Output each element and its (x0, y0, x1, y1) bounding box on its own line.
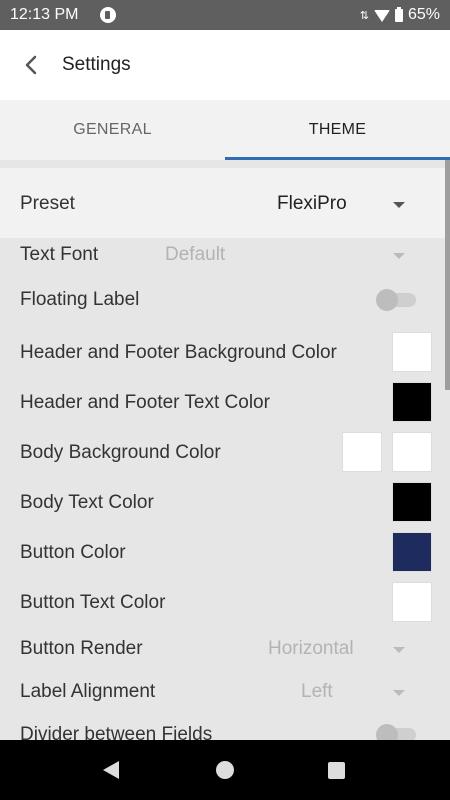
header-footer-bg-label: Header and Footer Background Color (20, 342, 337, 363)
floating-label-row: Floating Label (0, 285, 445, 335)
button-text-label: Button Text Color (20, 592, 166, 613)
battery-percent: 65% (407, 6, 440, 23)
header-footer-bg-row: Header and Footer Background Color (0, 332, 445, 382)
label-alignment-row: Label Alignment Left (0, 677, 445, 727)
button-color-swatch[interactable] (392, 532, 432, 572)
back-button[interactable] (16, 50, 46, 80)
body-bg-swatch-2[interactable] (392, 432, 432, 472)
system-nav-bar (0, 740, 450, 800)
scrollbar[interactable] (445, 160, 450, 390)
body-text-row: Body Text Color (0, 482, 445, 532)
toggle-thumb (376, 724, 398, 740)
text-font-select[interactable]: Default (165, 244, 225, 266)
divider-row: Divider between Fields (0, 722, 445, 740)
button-text-row: Button Text Color (0, 582, 445, 632)
header-footer-bg-swatch[interactable] (392, 332, 432, 372)
back-triangle-icon[interactable] (103, 761, 119, 779)
app-header: Settings (0, 30, 450, 100)
divider-label: Divider between Fields (20, 724, 213, 740)
data-arrows-icon: ⇅ (359, 9, 369, 22)
status-bar: 12:13 PM ⇅ 65% (0, 0, 450, 30)
tab-general[interactable]: GENERAL (0, 100, 225, 160)
button-render-select[interactable]: Horizontal (268, 638, 354, 660)
status-right-cluster: ⇅ 65% (360, 6, 440, 24)
text-font-row: Text Font Default (0, 240, 445, 290)
preset-select[interactable]: FlexiPro (277, 193, 347, 215)
chevron-down-icon[interactable] (393, 202, 405, 208)
chevron-left-icon (25, 55, 37, 75)
body-text-label: Body Text Color (20, 492, 154, 513)
theme-settings-list[interactable]: Preset FlexiPro Text Font Default Floati… (0, 160, 450, 740)
text-font-label: Text Font (20, 244, 99, 265)
toggle-thumb (376, 289, 398, 311)
label-alignment-label: Label Alignment (20, 681, 156, 702)
home-circle-icon[interactable] (216, 761, 234, 779)
header-footer-text-label: Header and Footer Text Color (20, 392, 270, 413)
body-bg-label: Body Background Color (20, 442, 221, 463)
recents-square-icon[interactable] (328, 762, 345, 779)
body-bg-row: Body Background Color (0, 432, 445, 482)
chevron-down-icon[interactable] (393, 690, 405, 696)
status-time: 12:13 PM (10, 6, 79, 23)
body-text-swatch[interactable] (392, 482, 432, 522)
divider-toggle[interactable] (376, 723, 416, 740)
page-title: Settings (62, 54, 131, 75)
chevron-down-icon[interactable] (393, 647, 405, 653)
battery-icon (394, 6, 403, 22)
button-color-label: Button Color (20, 542, 126, 563)
chevron-down-icon[interactable] (393, 253, 405, 259)
body-bg-swatch-1[interactable] (342, 432, 382, 472)
label-alignment-select[interactable]: Left (301, 681, 333, 703)
header-footer-text-swatch[interactable] (392, 382, 432, 422)
app-notification-icon (100, 7, 116, 23)
tab-bar: GENERAL THEME (0, 100, 450, 160)
header-footer-text-row: Header and Footer Text Color (0, 382, 445, 432)
floating-label-toggle[interactable] (376, 288, 416, 311)
button-color-row: Button Color (0, 532, 445, 582)
tab-theme[interactable]: THEME (225, 100, 450, 160)
button-text-swatch[interactable] (392, 582, 432, 622)
preset-row[interactable]: Preset FlexiPro (0, 168, 445, 238)
button-render-label: Button Render (20, 638, 143, 659)
preset-label: Preset (20, 193, 75, 214)
wifi-icon (373, 10, 390, 22)
floating-label-label: Floating Label (20, 289, 140, 310)
